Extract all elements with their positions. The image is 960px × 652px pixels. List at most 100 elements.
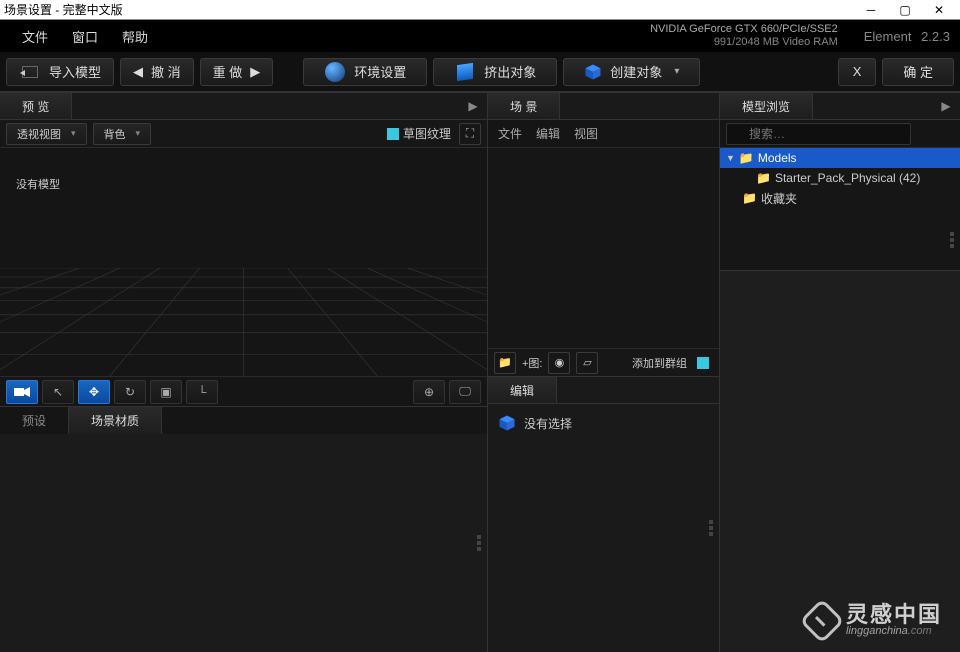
window-title: 场景设置 - 完整中文版: [4, 1, 854, 18]
target-icon[interactable]: ⊕: [413, 380, 445, 404]
cube-icon: [498, 414, 516, 432]
rotate-tool-icon[interactable]: ↻: [114, 380, 146, 404]
import-label: 导入模型: [49, 62, 101, 81]
undo-icon: ◀: [133, 64, 143, 80]
tree-label: Starter_Pack_Physical (42): [775, 171, 920, 185]
add-folder-icon[interactable]: 📁: [494, 352, 516, 374]
search-input[interactable]: [726, 123, 911, 145]
folder-icon: 📁: [739, 151, 754, 165]
watermark-logo-icon: [799, 598, 844, 643]
minimize-button[interactable]: ─: [854, 1, 888, 19]
plane-icon[interactable]: ▱: [576, 352, 598, 374]
undo-label: 撤 消: [151, 62, 181, 81]
model-tree: ▼ 📁 Models 📁 Starter_Pack_Physical (42) …: [720, 148, 960, 210]
extrude-button[interactable]: 挤出对象: [433, 58, 557, 86]
gpu-name: NVIDIA GeForce GTX 660/PCIe/SSE2: [650, 23, 838, 36]
viewport-empty-label: 没有模型: [16, 176, 60, 192]
tree-item-favorites[interactable]: 📁 收藏夹: [720, 188, 960, 208]
scene-submenu: 文件 编辑 视图: [488, 120, 719, 148]
scene-hierarchy[interactable]: [488, 148, 719, 348]
search-row: 🔍: [720, 120, 960, 148]
watermark-cn: 灵感中国: [846, 603, 942, 626]
edit-content: 没有选择: [488, 404, 719, 652]
undo-button[interactable]: ◀ 撤 消: [120, 58, 194, 86]
app-name: Element: [864, 29, 912, 44]
scene-menu-view[interactable]: 视图: [574, 125, 598, 142]
menu-file[interactable]: 文件: [10, 23, 60, 50]
edit-empty-label: 没有选择: [524, 415, 572, 432]
tree-item-models[interactable]: ▼ 📁 Models: [720, 148, 960, 168]
preview-viewport[interactable]: 没有模型: [0, 148, 487, 376]
drag-handle-icon[interactable]: [709, 520, 715, 536]
presets-tab[interactable]: 预设: [0, 407, 69, 434]
tree-spacer: [720, 210, 960, 270]
tree-label: Models: [758, 151, 797, 165]
drag-handle-icon[interactable]: [477, 535, 483, 551]
view-mode-dropdown[interactable]: 透视视图: [6, 123, 87, 145]
app-name-version: Element 2.2.3: [858, 29, 950, 44]
scene-materials-tab[interactable]: 场景材质: [69, 407, 162, 434]
viewport-toolrow: ↖ ✥ ↻ ▣ └ ⊕ 🖵: [0, 376, 487, 406]
materials-content: [0, 434, 487, 652]
extrude-icon: [454, 61, 476, 83]
scene-bottom-bar: 📁 +图: ◉ ▱ 添加到群组: [488, 348, 719, 376]
watermark-en: lingganchina.com: [846, 626, 942, 638]
camera-tool-icon[interactable]: [6, 380, 38, 404]
scene-tab[interactable]: 场 景: [488, 93, 560, 119]
scene-panel-header: 场 景: [488, 92, 719, 120]
redo-label: 重 做: [213, 62, 243, 81]
preview-expand-icon[interactable]: ▶: [459, 93, 487, 119]
main-toolbar: 导入模型 ◀ 撤 消 重 做 ▶ 环境设置 挤出对象 创建对象 X 确 定: [0, 52, 960, 92]
x-button[interactable]: X: [838, 58, 877, 86]
thumbnail-area[interactable]: 灵感中国 lingganchina.com: [720, 270, 960, 652]
menu-window[interactable]: 窗口: [60, 23, 110, 50]
scene-menu-edit[interactable]: 编辑: [536, 125, 560, 142]
add-to-group-button[interactable]: 添加到群组: [632, 355, 687, 371]
preview-tab[interactable]: 预 览: [0, 93, 72, 119]
triangle-down-icon: ▼: [726, 153, 735, 163]
model-browser-header: 模型浏览 ▶: [720, 92, 960, 120]
redo-button[interactable]: 重 做 ▶: [200, 58, 274, 86]
scale-tool-icon[interactable]: ▣: [150, 380, 182, 404]
close-button[interactable]: ✕: [922, 1, 956, 19]
menu-help[interactable]: 帮助: [110, 23, 160, 50]
select-tool-icon[interactable]: ↖: [42, 380, 74, 404]
scene-menu-file[interactable]: 文件: [498, 125, 522, 142]
preview-subtoolbar: 透视视图 背色 草图纹理 ⛶: [0, 120, 487, 148]
sphere-icon[interactable]: ◉: [548, 352, 570, 374]
drag-handle-icon[interactable]: [950, 232, 956, 248]
folder-icon: 📁: [742, 191, 757, 205]
window-titlebar: 场景设置 - 完整中文版 ─ ▢ ✕: [0, 0, 960, 20]
model-browser-expand-icon[interactable]: ▶: [932, 93, 960, 119]
create-label: 创建对象: [610, 62, 662, 81]
gpu-info: NVIDIA GeForce GTX 660/PCIe/SSE2 991/204…: [650, 23, 838, 49]
model-browser-tab[interactable]: 模型浏览: [720, 93, 813, 119]
ok-button[interactable]: 确 定: [882, 58, 954, 86]
fullscreen-icon[interactable]: ⛶: [459, 123, 481, 145]
tree-item-starter-pack[interactable]: 📁 Starter_Pack_Physical (42): [720, 168, 960, 188]
watermark: 灵感中国 lingganchina.com: [806, 603, 942, 638]
globe-icon: [324, 61, 346, 83]
draft-texture-toggle[interactable]: 草图纹理: [387, 125, 451, 142]
maximize-button[interactable]: ▢: [888, 1, 922, 19]
import-model-button[interactable]: 导入模型: [6, 58, 114, 86]
import-icon: [19, 61, 41, 83]
environment-label: 环境设置: [354, 62, 406, 81]
bgcolor-dropdown[interactable]: 背色: [93, 123, 152, 145]
move-tool-icon[interactable]: ✥: [78, 380, 110, 404]
environment-settings-button[interactable]: 环境设置: [303, 58, 427, 86]
menubar: 文件 窗口 帮助 NVIDIA GeForce GTX 660/PCIe/SSE…: [0, 20, 960, 52]
add-image-label: +图:: [522, 355, 542, 371]
edit-tab[interactable]: 编辑: [488, 377, 557, 403]
bottom-tabs: 预设 场景材质: [0, 406, 487, 434]
cube-icon: [584, 63, 602, 81]
tree-label: 收藏夹: [761, 190, 797, 207]
draft-texture-label: 草图纹理: [403, 125, 451, 142]
anchor-tool-icon[interactable]: └: [186, 380, 218, 404]
display-icon[interactable]: 🖵: [449, 380, 481, 404]
preview-panel-header: 预 览 ▶: [0, 92, 487, 120]
group-check-icon[interactable]: [697, 357, 709, 369]
app-version: 2.2.3: [921, 29, 950, 44]
folder-icon: 📁: [756, 171, 771, 185]
create-object-dropdown[interactable]: 创建对象: [563, 58, 700, 86]
